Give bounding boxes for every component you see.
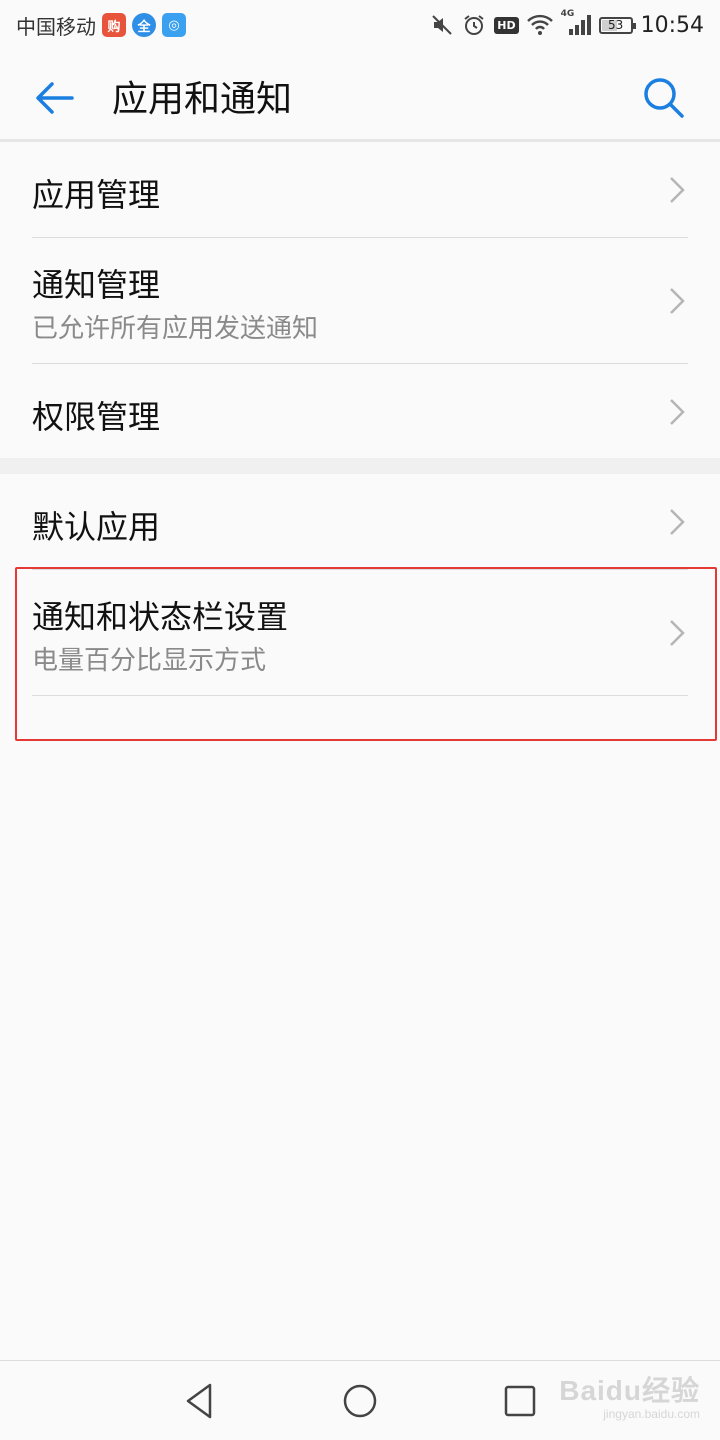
- quan-badge-icon: 全: [132, 13, 156, 37]
- taobao-badge-icon: 购: [102, 13, 126, 37]
- wifi-hotspot-badge-icon: ◎: [162, 13, 186, 37]
- list-item-app-management[interactable]: 应用管理: [32, 142, 688, 238]
- signal-icon: 4G: [561, 9, 591, 37]
- list-item-default-apps[interactable]: 默认应用: [32, 474, 688, 570]
- list-item-permission-management[interactable]: 权限管理: [32, 364, 688, 460]
- status-bar-right: HD 4G 53 10:54: [430, 9, 704, 38]
- navigation-bar: Baidu经验 jingyan.baidu.com: [0, 1360, 720, 1440]
- watermark-sub: jingyan.baidu.com: [603, 1407, 700, 1421]
- app-header: 应用和通知: [0, 50, 720, 142]
- group-divider: [0, 458, 720, 474]
- settings-group-1: 应用管理 通知管理 已允许所有应用发送通知 权限管理: [0, 142, 720, 458]
- status-bar: 中国移动 购 全 ◎ HD 4G 53 10:54: [0, 0, 720, 50]
- chevron-right-icon: [670, 288, 685, 314]
- item-title: 默认应用: [32, 508, 161, 546]
- square-recents-icon: [504, 1385, 536, 1417]
- baidu-watermark: Baidu经验 jingyan.baidu.com: [559, 1369, 700, 1421]
- nav-home-button[interactable]: [338, 1379, 382, 1423]
- chevron-right-icon: [670, 399, 685, 425]
- watermark-main: Baidu经验: [559, 1375, 700, 1406]
- item-title: 应用管理: [32, 176, 161, 214]
- back-button[interactable]: [32, 76, 80, 120]
- hd-badge: HD: [494, 16, 519, 34]
- nav-recents-button[interactable]: [498, 1379, 542, 1423]
- nav-back-button[interactable]: [178, 1379, 222, 1423]
- triangle-back-icon: [186, 1383, 212, 1419]
- list-item-notification-management[interactable]: 通知管理 已允许所有应用发送通知: [32, 238, 688, 364]
- chevron-right-icon: [670, 509, 685, 535]
- back-arrow-icon: [36, 82, 74, 114]
- chevron-right-icon: [670, 177, 685, 203]
- battery-level: 53: [607, 18, 624, 32]
- wifi-icon: [526, 14, 553, 35]
- highlight-box: [15, 567, 717, 741]
- status-bar-left: 中国移动 购 全 ◎: [16, 11, 186, 40]
- item-title: 通知管理: [32, 266, 161, 304]
- mute-icon: [432, 15, 452, 35]
- circle-home-icon: [343, 1384, 377, 1418]
- carrier-name: 中国移动: [16, 14, 96, 39]
- status-time: 10:54: [640, 12, 704, 38]
- search-icon: [644, 78, 684, 118]
- item-title: 权限管理: [32, 398, 161, 436]
- battery-indicator: 53: [598, 16, 636, 34]
- page-title: 应用和通知: [112, 79, 293, 120]
- search-button[interactable]: [638, 74, 690, 122]
- alarm-icon: [464, 15, 484, 35]
- item-subtitle: 已允许所有应用发送通知: [32, 314, 319, 344]
